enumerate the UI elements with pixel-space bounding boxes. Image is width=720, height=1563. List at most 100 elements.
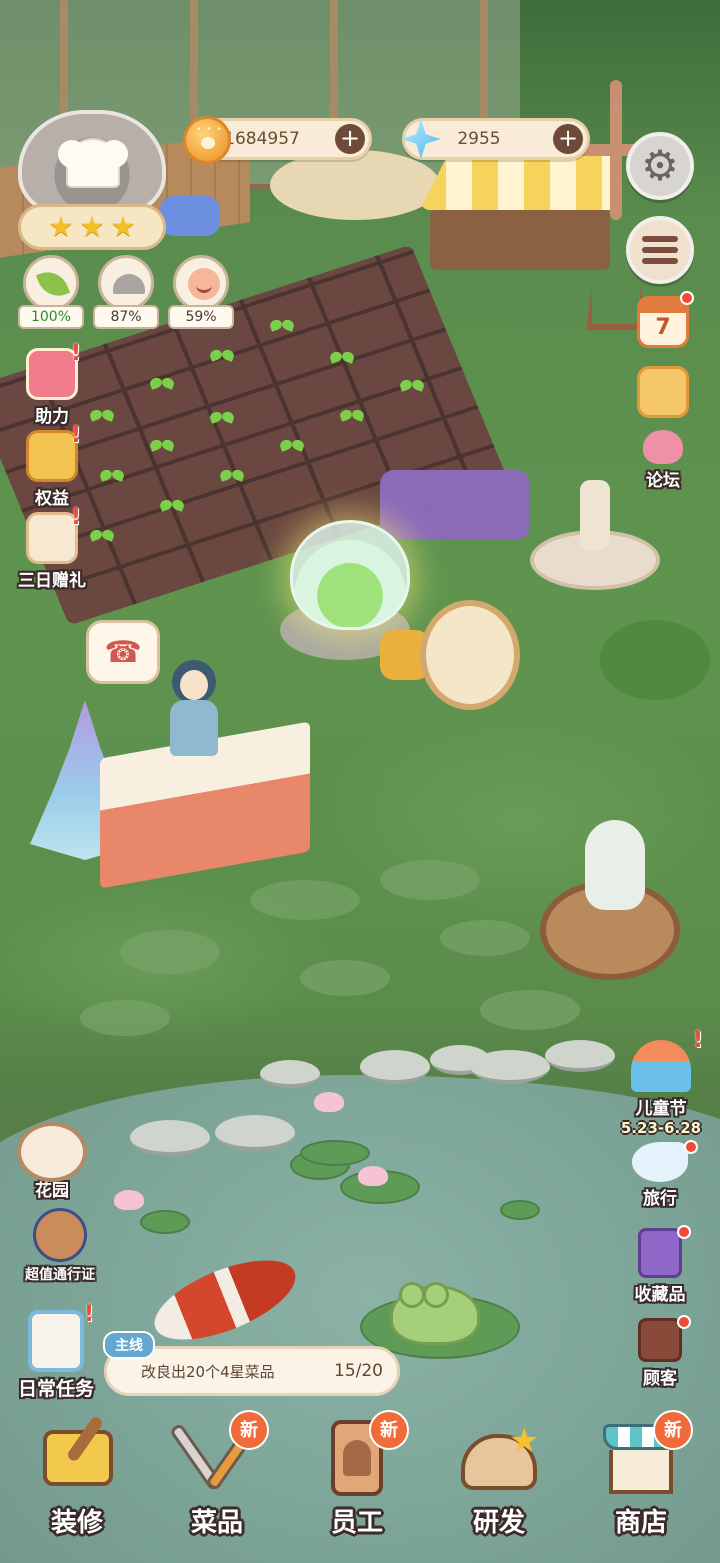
dog-captain-icon bbox=[33, 1208, 87, 1262]
sprout bbox=[330, 352, 354, 364]
main-quest-bar[interactable]: 主线 改良出20个4星菜品 15/20 bbox=[103, 1331, 400, 1396]
quest-tag: 主线 bbox=[103, 1331, 155, 1359]
stepping-stone bbox=[440, 920, 530, 956]
paw-coin-icon bbox=[183, 116, 231, 164]
star-icon: ★ bbox=[110, 210, 136, 243]
new-badge: 新 bbox=[369, 1410, 409, 1450]
three-day-gift-button[interactable]: ! 三日赠礼 bbox=[12, 505, 92, 591]
notification-dot bbox=[680, 291, 694, 305]
stepping-stone bbox=[380, 860, 480, 900]
research-button[interactable]: ★ 研发 bbox=[444, 1410, 554, 1539]
forum-label: 论坛 bbox=[646, 471, 680, 491]
sprout bbox=[150, 378, 174, 390]
star-rating: ★ ★ ★ bbox=[18, 204, 166, 250]
bush bbox=[600, 620, 710, 700]
sprout bbox=[220, 470, 244, 482]
childrens-day-event-button[interactable]: ! 儿童节 5.23-6.28 bbox=[606, 1028, 716, 1137]
frog[interactable] bbox=[390, 1282, 480, 1345]
gift-letter-icon: ! bbox=[26, 505, 81, 564]
freshness-stat[interactable]: 100% bbox=[18, 255, 84, 331]
calendar-day: 7 bbox=[655, 315, 671, 340]
stepping-stone bbox=[120, 930, 220, 974]
hydrangea-bush bbox=[160, 196, 220, 236]
shop-button[interactable]: 新 商店 bbox=[586, 1410, 696, 1539]
staff-button[interactable]: 新 员工 bbox=[302, 1410, 412, 1539]
chef-hat-icon bbox=[58, 138, 128, 188]
add-coins-button[interactable]: + bbox=[335, 124, 365, 154]
alert-icon: ! bbox=[70, 341, 81, 366]
sprout bbox=[400, 380, 424, 392]
lilypad bbox=[300, 1140, 370, 1166]
utensils-icon: 新 bbox=[169, 1410, 269, 1506]
staff-label: 员工 bbox=[330, 1508, 383, 1538]
photo-album-button[interactable] bbox=[623, 366, 703, 418]
lotus-flower bbox=[314, 1092, 344, 1112]
glowing-terrarium[interactable] bbox=[290, 520, 410, 630]
carousel-icon: ! bbox=[631, 1028, 703, 1092]
lantern-vase[interactable] bbox=[585, 820, 645, 910]
daily-checkin-button[interactable]: 7 bbox=[623, 291, 703, 348]
menu-button[interactable] bbox=[626, 216, 694, 284]
phone-call-button[interactable]: ☎ bbox=[86, 620, 160, 684]
cabinet-icon bbox=[638, 1225, 691, 1278]
guestbook-icon bbox=[638, 1315, 691, 1362]
freshness-value: 100% bbox=[18, 305, 84, 329]
receptionist-character[interactable] bbox=[166, 660, 222, 756]
daily-tasks-label: 日常任务 bbox=[17, 1378, 94, 1400]
dishes-button[interactable]: 新 菜品 bbox=[162, 1410, 272, 1539]
garden-button[interactable]: 花园 bbox=[12, 1122, 92, 1201]
sprout bbox=[210, 412, 234, 424]
lilypad bbox=[500, 1200, 540, 1220]
sprout bbox=[340, 410, 364, 422]
notification-dot bbox=[684, 1140, 698, 1154]
phone-icon: ☎ bbox=[104, 634, 142, 670]
travel-button[interactable]: 旅行 bbox=[620, 1140, 700, 1209]
service-stat[interactable]: 87% bbox=[93, 255, 159, 331]
stone-plaza bbox=[270, 150, 440, 220]
daily-tasks-button[interactable]: ! 日常任务 bbox=[4, 1302, 108, 1401]
smile-icon bbox=[188, 268, 220, 300]
pond-rock bbox=[360, 1050, 430, 1084]
photo-icon bbox=[637, 366, 689, 418]
magic-wand-icon: ★ bbox=[509, 1421, 540, 1461]
cooking-pot-icon: ★ bbox=[451, 1410, 547, 1506]
decorate-button[interactable]: 装修 bbox=[22, 1410, 132, 1539]
add-gems-button[interactable]: + bbox=[553, 124, 583, 154]
value-pass-button[interactable]: 超值通行证 bbox=[10, 1208, 110, 1284]
sprout bbox=[150, 440, 174, 452]
alert-icon: ! bbox=[83, 1302, 94, 1327]
new-badge: 新 bbox=[229, 1410, 269, 1450]
paint-roller-icon bbox=[29, 1410, 125, 1506]
assist-button[interactable]: ! 助力 bbox=[12, 341, 92, 427]
settings-button[interactable]: ⚙ bbox=[626, 132, 694, 200]
new-badge: 新 bbox=[653, 1410, 693, 1450]
forum-button[interactable]: 论坛 bbox=[623, 430, 703, 491]
gear-icon: ⚙ bbox=[641, 141, 679, 190]
benefits-button[interactable]: ! 权益 bbox=[12, 423, 92, 509]
painting-easel[interactable] bbox=[420, 600, 520, 710]
pond-rock bbox=[130, 1120, 210, 1156]
lotus-flower bbox=[114, 1190, 144, 1210]
leaf-icon bbox=[35, 266, 71, 302]
dishes-label: 菜品 bbox=[190, 1508, 243, 1538]
shop-icon: 新 bbox=[593, 1410, 693, 1506]
video-gift-icon: ! bbox=[26, 341, 81, 400]
customers-button[interactable]: 顾客 bbox=[620, 1315, 700, 1389]
sprout bbox=[160, 500, 184, 512]
lilypad bbox=[140, 1210, 190, 1234]
service-value: 87% bbox=[93, 305, 159, 329]
childrens-day-label: 儿童节 bbox=[635, 1099, 687, 1119]
pond-rock bbox=[470, 1050, 550, 1084]
alert-icon: ! bbox=[70, 423, 81, 448]
collection-button[interactable]: 收藏品 bbox=[620, 1225, 700, 1305]
menu-icon bbox=[642, 236, 678, 264]
satisfaction-stat[interactable]: 59% bbox=[168, 255, 234, 331]
stepping-stone bbox=[480, 990, 580, 1030]
sprout bbox=[280, 440, 304, 452]
restaurant-rank-badge[interactable]: ★ ★ ★ bbox=[18, 110, 166, 250]
customers-label: 顾客 bbox=[643, 1369, 677, 1389]
quest-progress: 15/20 bbox=[334, 1361, 383, 1381]
sprout bbox=[210, 350, 234, 362]
star-icon: ★ bbox=[79, 210, 105, 243]
flower-shelf[interactable] bbox=[380, 470, 530, 540]
